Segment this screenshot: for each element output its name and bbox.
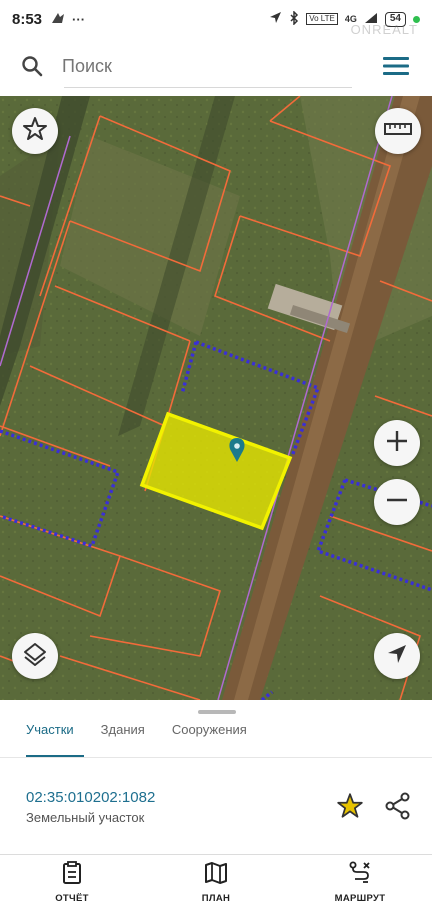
star-icon — [336, 793, 364, 824]
ruler-button[interactable] — [375, 108, 421, 154]
search-bar — [6, 40, 426, 92]
minus-icon — [384, 487, 410, 518]
search-icon[interactable] — [6, 54, 58, 78]
nav-report-label: ОТЧЁТ — [55, 893, 89, 904]
hamburger-menu-icon[interactable] — [366, 56, 426, 76]
route-icon — [348, 861, 372, 890]
nav-plan[interactable]: ПЛАН — [144, 855, 288, 910]
share-button[interactable] — [384, 792, 412, 825]
layers-button[interactable] — [12, 633, 58, 679]
ruler-icon — [384, 122, 412, 141]
share-icon — [384, 792, 412, 824]
tab-bar: Участки Здания Сооружения — [26, 722, 247, 747]
map-canvas — [0, 96, 432, 700]
tab-buildings[interactable]: Здания — [101, 722, 145, 747]
sheet-drag-handle[interactable] — [198, 710, 236, 714]
map-icon — [204, 861, 228, 890]
parcel-cadastral-number[interactable]: 02:35:010202:1082 — [26, 789, 155, 806]
zoom-out-button[interactable] — [374, 479, 420, 525]
nav-plan-label: ПЛАН — [201, 893, 231, 904]
star-outline-icon — [22, 116, 48, 147]
report-icon — [61, 861, 83, 890]
watermark: ONREALT — [350, 22, 418, 37]
cadastral-map[interactable] — [0, 96, 432, 700]
nav-route-label: МАРШРУТ — [334, 893, 386, 904]
bottom-navigation: ОТЧЁТ ПЛАН МАРШРУТ — [0, 854, 432, 910]
plus-icon — [384, 428, 410, 459]
add-favorite-button[interactable] — [336, 792, 364, 825]
nav-report[interactable]: ОТЧЁТ — [0, 855, 144, 910]
tab-parcels[interactable]: Участки — [26, 722, 74, 747]
parcel-type-label: Земельный участок — [26, 810, 145, 825]
nav-route[interactable]: МАРШРУТ — [288, 855, 432, 910]
notification-icon — [50, 11, 66, 28]
volte-badge: Vo LTE — [306, 13, 338, 25]
parcel-info-sheet: Участки Здания Сооружения 02:35:010202:1… — [0, 700, 432, 854]
more-icon: ··· — [72, 11, 86, 27]
layers-icon — [22, 641, 48, 672]
favorites-button[interactable] — [12, 108, 58, 154]
my-location-button[interactable] — [374, 633, 420, 679]
search-input[interactable] — [58, 55, 366, 77]
tab-structures[interactable]: Сооружения — [172, 722, 247, 747]
status-time: 8:53 — [12, 10, 43, 28]
status-bar: 8:53 ··· Vo LTE 4G 54 ONREALT — [0, 0, 432, 38]
bluetooth-icon — [289, 9, 299, 28]
location-icon — [269, 11, 282, 27]
zoom-in-button[interactable] — [374, 420, 420, 466]
navigation-arrow-icon — [386, 643, 408, 670]
